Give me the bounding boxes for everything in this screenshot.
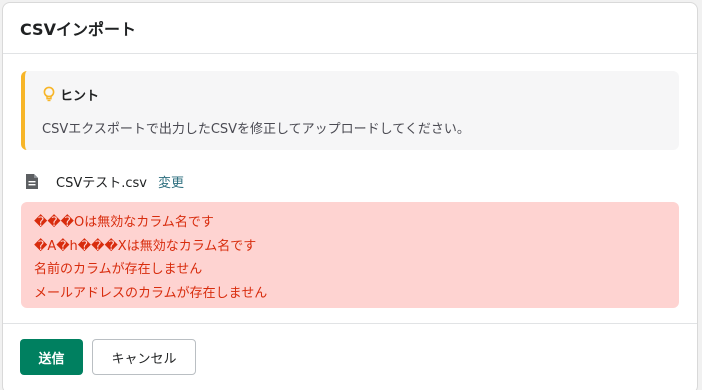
error-message: メールアドレスのカラムが存在しません (34, 285, 268, 301)
hint-text: CSVエクスポートで出力したCSVを修正してアップロードしてください。 (42, 122, 470, 137)
submit-button[interactable]: 送信 (20, 339, 83, 375)
error-message: ���Oは無効なカラム名です (34, 215, 214, 230)
lightbulb-icon (42, 86, 56, 102)
modal-header: CSVインポート (3, 3, 697, 54)
error-message: 名前のカラムが存在しません (34, 262, 203, 277)
change-file-link[interactable]: 変更 (158, 172, 184, 191)
error-message: �A�h���Xは無効なカラム名です (34, 238, 257, 254)
modal-footer: 送信 キャンセル (3, 323, 697, 390)
modal-title: CSVインポート (20, 20, 136, 39)
csv-import-modal: CSVインポート ヒント CSVエクスポートで出力したCSVを修正してアップロー… (2, 2, 698, 390)
file-name: CSVテスト.csv (56, 175, 147, 191)
hint-banner: ヒント CSVエクスポートで出力したCSVを修正してアップロードしてください。 (21, 71, 679, 150)
file-row: CSVテスト.csv 変更 (21, 169, 679, 193)
cancel-button[interactable]: キャンセル (92, 339, 196, 375)
file-icon (25, 173, 39, 190)
hint-title-row: ヒント (42, 84, 663, 104)
hint-title: ヒント (60, 88, 100, 104)
modal-body: ヒント CSVエクスポートで出力したCSVを修正してアップロードしてください。 … (3, 54, 697, 308)
error-banner: ���Oは無効なカラム名です �A�h���Xは無効なカラム名です 名前のカラム… (21, 202, 679, 308)
